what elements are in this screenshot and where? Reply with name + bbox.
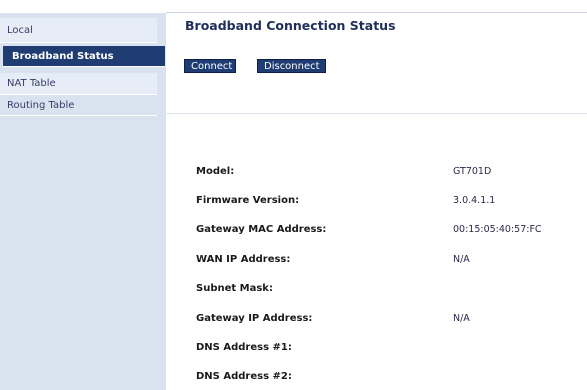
row-value: 00:15:05:40:57:FC: [453, 224, 542, 235]
row-label: DNS Address #2:: [196, 371, 292, 382]
status-row-gateway-ip: Gateway IP Address: N/A: [196, 312, 587, 326]
row-label: DNS Address #1:: [196, 342, 292, 353]
sidebar-top-spacer: [0, 0, 166, 13]
row-label: Subnet Mask:: [196, 283, 273, 294]
row-label: Model:: [196, 166, 235, 177]
row-value: N/A: [453, 254, 470, 265]
status-row-dns-1: DNS Address #1:: [196, 341, 587, 355]
row-value: N/A: [453, 313, 470, 324]
sidebar: Local Broadband Status NAT Table Routing…: [0, 0, 166, 390]
status-row-gateway-mac: Gateway MAC Address: 00:15:05:40:57:FC: [196, 223, 587, 237]
row-value: 3.0.4.1.1: [453, 195, 496, 206]
status-row-subnet-mask: Subnet Mask:: [196, 282, 587, 296]
main-content: Broadband Connection Status Connect Disc…: [166, 0, 587, 390]
connect-button[interactable]: Connect: [184, 59, 236, 73]
row-label: WAN IP Address:: [196, 254, 291, 265]
sidebar-item-nat-table[interactable]: NAT Table: [0, 73, 157, 95]
disconnect-button[interactable]: Disconnect: [257, 59, 326, 73]
sidebar-item-routing-table[interactable]: Routing Table: [0, 96, 157, 116]
row-label: Gateway MAC Address:: [196, 224, 327, 235]
section-divider: [166, 113, 587, 114]
row-label: Gateway IP Address:: [196, 313, 313, 324]
status-row-dns-2: DNS Address #2:: [196, 370, 587, 384]
row-value: GT701D: [453, 166, 492, 177]
status-row-wan-ip: WAN IP Address: N/A: [196, 253, 587, 267]
top-border: [166, 12, 587, 13]
sidebar-item-local[interactable]: Local: [0, 18, 157, 43]
page-title: Broadband Connection Status: [185, 18, 396, 33]
sidebar-item-broadband-status[interactable]: Broadband Status: [3, 46, 165, 67]
row-label: Firmware Version:: [196, 195, 300, 206]
status-row-firmware: Firmware Version: 3.0.4.1.1: [196, 194, 587, 208]
status-row-model: Model: GT701D: [196, 165, 587, 179]
